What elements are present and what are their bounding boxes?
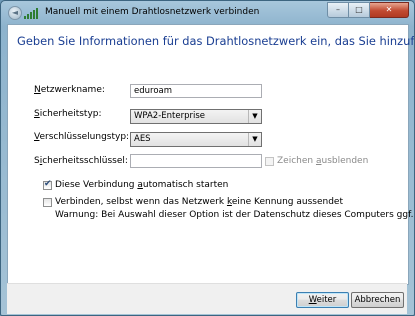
page-heading: Geben Sie Informationen für das Drahtlos… [17, 34, 415, 48]
hidden-network-label: Verbinden, selbst wenn das Netzwerk kein… [55, 197, 343, 207]
window-title: Manuell mit einem Drahtlosnetzwerk verbi… [45, 7, 260, 17]
content-panel: Geben Sie Informationen für das Drahtlos… [7, 24, 414, 285]
auto-start-checkbox[interactable] [43, 179, 52, 190]
security-key-input[interactable] [130, 154, 262, 168]
security-type-label: Sicherheitstyp: [34, 109, 102, 119]
hide-characters-checkbox[interactable] [265, 157, 274, 166]
cancel-button[interactable]: Abbrechen [351, 292, 404, 308]
dialog-window: ◄ Manuell mit einem Drahtlosnetzwerk ver… [0, 0, 415, 316]
chevron-down-icon: ▼ [248, 133, 261, 146]
maximize-button[interactable]: □ [349, 2, 370, 18]
close-button[interactable]: ✕ [370, 2, 409, 18]
privacy-warning-text: Warnung: Bei Auswahl dieser Option ist d… [55, 210, 414, 220]
network-name-input[interactable]: eduroam [130, 84, 262, 98]
chevron-down-icon: ▼ [248, 110, 261, 123]
security-type-value: WPA2-Enterprise [134, 111, 206, 121]
caption-buttons: – □ ✕ [327, 2, 409, 18]
encryption-type-select[interactable]: AES ▼ [130, 132, 262, 147]
next-button[interactable]: Weiter [296, 292, 349, 308]
encryption-type-label: Verschlüsselungstyp: [34, 132, 130, 142]
security-key-label: Sicherheitsschlüssel: [34, 156, 128, 166]
auto-start-label: Diese Verbindung automatisch starten [55, 180, 229, 190]
hide-characters-label: Zeichen ausblenden [277, 156, 369, 166]
button-bar: Weiter Abbrechen [7, 283, 407, 314]
security-type-select[interactable]: WPA2-Enterprise ▼ [130, 109, 262, 124]
network-name-label: Netzwerkname: [34, 85, 105, 95]
title-bar: ◄ Manuell mit einem Drahtlosnetzwerk ver… [1, 1, 414, 25]
hidden-network-checkbox[interactable] [43, 198, 52, 207]
wifi-signal-icon [24, 7, 40, 19]
back-arrow-icon[interactable]: ◄ [8, 6, 22, 20]
minimize-button[interactable]: – [327, 2, 349, 18]
encryption-type-value: AES [134, 134, 151, 144]
